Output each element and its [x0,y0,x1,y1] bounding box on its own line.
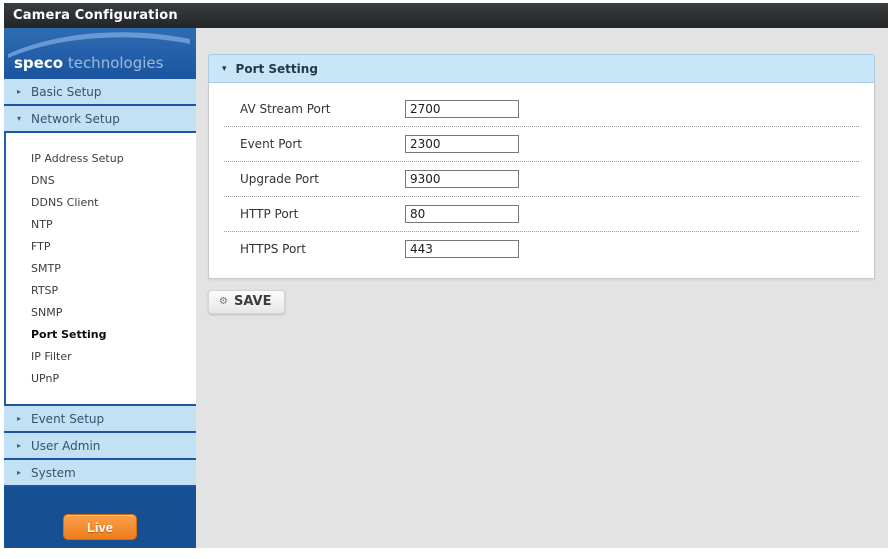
triangle-right-icon: ▸ [16,468,21,477]
event-port-input[interactable] [405,135,519,153]
live-button[interactable]: Live [63,514,137,540]
panel-body: AV Stream Port Event Port Upgrade Port HTTP… [208,83,875,279]
page: Camera Configuration speco technologies … [0,0,895,559]
sidebar-submenu-network-setup: IP Address Setup DNS DDNS Client NTP FTP SMTP… [4,133,196,406]
triangle-down-icon: ▾ [16,114,21,123]
form-row-https-port: HTTPS Port [224,231,859,266]
brand-name-bold: speco [14,54,64,72]
form-row-event-port: Event Port [224,126,859,161]
brand-logo: speco technologies [4,28,196,79]
window-title-bar: Camera Configuration [4,3,888,28]
sidebar-section-label: Network Setup [31,111,120,126]
sidebar-item-ftp[interactable]: FTP [6,236,196,258]
av-stream-port-input[interactable] [405,99,519,118]
sidebar-item-snmp[interactable]: SNMP [6,302,196,324]
sidebar-item-ntp[interactable]: NTP [6,214,196,236]
sidebar-section-label: Event Setup [31,411,105,426]
save-button-label: SAVE [233,294,272,309]
form-row-http-port: HTTP Port [224,196,859,231]
sidebar-section-system[interactable]: ▸ System [4,460,196,487]
sidebar-item-smtp[interactable]: SMTP [6,258,196,280]
port-setting-panel: ▾ Port Setting AV Stream Port Event Port U… [208,54,875,279]
sidebar-section-basic-setup[interactable]: ▸ Basic Setup [4,79,196,106]
sidebar-item-ip-filter[interactable]: IP Filter [6,346,196,368]
upgrade-port-input[interactable] [405,170,519,188]
main-content: ▾ Port Setting AV Stream Port Event Port U… [196,28,888,548]
form-row-upgrade-port: Upgrade Port [224,161,859,196]
sidebar-item-upnp[interactable]: UPnP [6,368,196,390]
sidebar-section-label: User Admin [31,438,101,453]
chevron-down-icon: ▾ [222,63,227,74]
http-port-input[interactable] [405,205,519,223]
camera-configuration-app: Camera Configuration speco technologies … [4,3,888,548]
panel-header[interactable]: ▾ Port Setting [208,54,875,83]
sidebar-item-port-setting[interactable]: Port Setting [6,324,196,346]
gear-icon: ⚙ [219,296,228,307]
sidebar-item-dns[interactable]: DNS [6,170,196,192]
brand-wordmark: speco technologies [14,54,163,72]
field-label-event-port: Event Port [240,137,302,151]
field-label-http-port: HTTP Port [240,207,299,221]
sidebar-item-ddns-client[interactable]: DDNS Client [6,192,196,214]
sidebar-section-label: System [31,465,76,480]
sidebar-section-network-setup[interactable]: ▾ Network Setup [4,106,196,133]
triangle-right-icon: ▸ [16,87,21,96]
triangle-right-icon: ▸ [16,414,21,423]
form-row-av-stream-port: AV Stream Port [224,91,859,126]
brand-name-light: technologies [67,54,164,72]
field-label-https-port: HTTPS Port [240,242,306,256]
sidebar-section-label: Basic Setup [31,84,102,99]
sidebar: speco technologies ▸ Basic Setup ▾ Network … [4,28,196,548]
app-body: speco technologies ▸ Basic Setup ▾ Network … [4,28,888,548]
triangle-right-icon: ▸ [16,441,21,450]
save-button[interactable]: ⚙ SAVE [208,290,286,314]
sidebar-item-rtsp[interactable]: RTSP [6,280,196,302]
window-title: Camera Configuration [13,8,178,23]
sidebar-nav: ▸ Basic Setup ▾ Network Setup IP Address Set… [4,79,196,487]
https-port-input[interactable] [405,240,519,258]
sidebar-section-event-setup[interactable]: ▸ Event Setup [4,406,196,433]
sidebar-section-user-admin[interactable]: ▸ User Admin [4,433,196,460]
sidebar-footer: Live [4,487,196,548]
field-label-upgrade-port: Upgrade Port [240,172,319,186]
field-label-av-stream-port: AV Stream Port [240,101,331,116]
panel-title: Port Setting [235,61,318,76]
sidebar-item-ip-address-setup[interactable]: IP Address Setup [6,148,196,170]
